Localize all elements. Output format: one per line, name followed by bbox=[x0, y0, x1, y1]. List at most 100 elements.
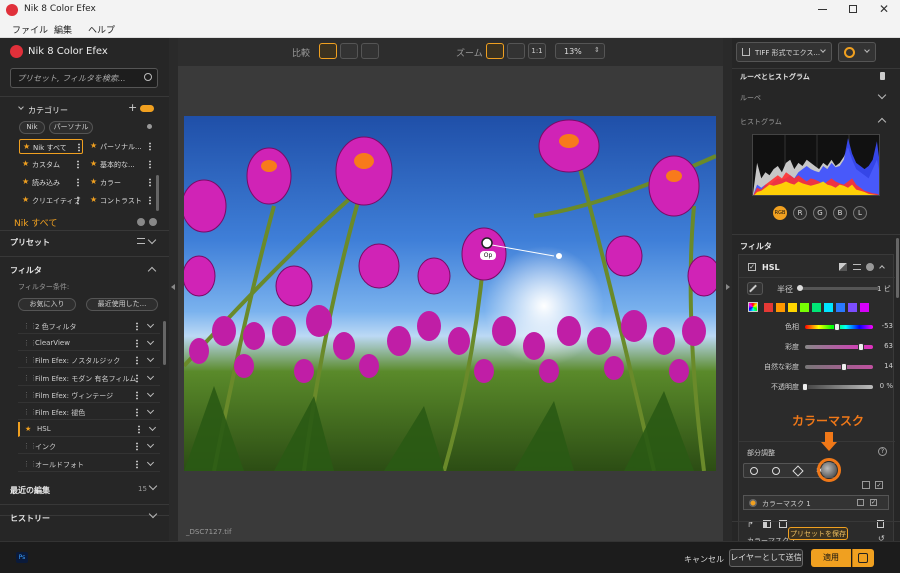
filter-list-item[interactable]: ⋮⋮ Film Efex: 褪色 bbox=[18, 405, 160, 420]
filter-list-item[interactable]: ★ HSL bbox=[18, 422, 160, 438]
apply-button[interactable]: 適用 bbox=[811, 549, 851, 567]
channel-button-r[interactable]: R bbox=[793, 206, 807, 220]
star-icon[interactable]: ★ bbox=[90, 177, 97, 186]
color-swatch[interactable] bbox=[776, 303, 785, 312]
collapse-right-icon[interactable] bbox=[726, 284, 730, 290]
category-item-menu-icon[interactable] bbox=[149, 196, 151, 205]
menu-file[interactable]: ファイル bbox=[12, 23, 48, 36]
filter-list-chevron-icon[interactable] bbox=[146, 406, 155, 415]
luminar-button[interactable] bbox=[838, 42, 876, 62]
channel-button-g[interactable]: G bbox=[813, 206, 827, 220]
photo-preview[interactable]: Op bbox=[184, 116, 716, 471]
filter-list-item[interactable]: ⋮⋮ 2 色フィルタ bbox=[18, 319, 160, 334]
category-item-menu-icon[interactable] bbox=[149, 142, 151, 151]
selected-category-add-icon[interactable] bbox=[137, 218, 145, 226]
filter-list-menu-icon[interactable] bbox=[136, 356, 138, 366]
filter-list-item[interactable]: ⋮⋮ Film Efex: モダン 有名フィルム bbox=[18, 371, 160, 386]
star-icon[interactable]: ★ bbox=[90, 159, 97, 168]
categories-chevron-icon[interactable] bbox=[18, 104, 24, 110]
channel-button-b[interactable]: B bbox=[833, 206, 847, 220]
color-swatch[interactable] bbox=[800, 303, 809, 312]
star-icon[interactable]: ★ bbox=[90, 195, 97, 204]
menu-edit[interactable]: 編集 bbox=[54, 23, 72, 36]
filter-list-item[interactable]: ⋮⋮ インク bbox=[18, 439, 160, 455]
filter-list-menu-icon[interactable] bbox=[136, 459, 138, 469]
search-icon[interactable] bbox=[144, 73, 152, 81]
channel-button-l[interactable]: L bbox=[853, 206, 867, 220]
category-item-menu-icon[interactable] bbox=[149, 178, 151, 187]
star-icon[interactable]: ★ bbox=[90, 141, 97, 150]
favorites-pill[interactable]: お気に入り bbox=[18, 298, 76, 311]
recent-used-pill[interactable]: 最近使用した... bbox=[86, 298, 158, 311]
mask-check-icon[interactable]: ✓ bbox=[875, 481, 883, 489]
filter-menu-icon[interactable] bbox=[853, 264, 861, 270]
category-toggle[interactable] bbox=[140, 105, 154, 112]
color-swatch[interactable] bbox=[836, 303, 845, 312]
star-icon[interactable]: ★ bbox=[22, 177, 29, 186]
slider-thumb[interactable] bbox=[840, 363, 847, 371]
search-input[interactable]: プリセット, フィルタを検索... bbox=[17, 73, 126, 84]
chip-nik[interactable]: Nik bbox=[19, 121, 45, 134]
slider-track[interactable] bbox=[805, 385, 873, 389]
filter-list-item[interactable]: ⋮⋮ Film Efex: ヴィンテージ bbox=[18, 388, 160, 403]
color-swatch[interactable] bbox=[860, 303, 869, 312]
right-gutter[interactable] bbox=[723, 38, 732, 541]
mask-item-row[interactable]: カラーマスク 1 ✓ bbox=[743, 495, 889, 510]
loupe-label[interactable]: ルーペ bbox=[740, 93, 761, 103]
grid-scrollbar[interactable] bbox=[156, 175, 159, 211]
filter-collapse-icon[interactable] bbox=[879, 265, 885, 271]
right-scrollbar[interactable] bbox=[896, 238, 899, 298]
filter-list-chevron-icon[interactable] bbox=[146, 389, 155, 397]
category-item-menu-icon[interactable] bbox=[77, 196, 79, 205]
add-category-icon[interactable]: + bbox=[128, 101, 137, 114]
filter-list-chevron-icon[interactable] bbox=[146, 320, 155, 329]
category-item[interactable]: ★ 読み込み bbox=[19, 175, 83, 190]
category-item[interactable]: ★ 基本的な... bbox=[87, 157, 155, 172]
radius-slider[interactable] bbox=[797, 287, 879, 290]
zoom-stepper-icon[interactable]: ⇕ bbox=[594, 46, 600, 54]
filter-list-scrollbar[interactable] bbox=[163, 321, 166, 365]
compare-stack-button[interactable] bbox=[361, 43, 379, 59]
mask-view-icon[interactable] bbox=[862, 481, 870, 489]
help-icon[interactable]: ? bbox=[878, 447, 887, 456]
filter-list-menu-icon[interactable] bbox=[138, 425, 140, 435]
menu-help[interactable]: ヘルプ bbox=[88, 23, 115, 36]
filter-list-item[interactable]: ⋮⋮ オールドフォト bbox=[18, 457, 160, 472]
control-point-tool-icon[interactable] bbox=[750, 467, 758, 475]
color-swatch[interactable] bbox=[788, 303, 797, 312]
filter-list-chevron-icon[interactable] bbox=[146, 372, 155, 380]
compare-split-button[interactable] bbox=[319, 43, 337, 59]
category-item-menu-icon[interactable] bbox=[77, 178, 79, 187]
chip-more-icon[interactable] bbox=[147, 124, 152, 129]
filter-list-menu-icon[interactable] bbox=[136, 339, 138, 349]
pin-icon[interactable] bbox=[880, 72, 885, 80]
color-swatch[interactable] bbox=[824, 303, 833, 312]
zoom-1to1-button[interactable]: 1:1 bbox=[528, 43, 546, 59]
filter-remove-icon[interactable] bbox=[866, 263, 874, 271]
collapse-left-icon[interactable] bbox=[171, 284, 175, 290]
category-item-menu-icon[interactable] bbox=[78, 143, 80, 152]
save-preset-button[interactable]: プリセットを保存 bbox=[788, 527, 848, 540]
zoom-fill-button[interactable] bbox=[507, 43, 525, 59]
search-box[interactable]: プリセット, フィルタを検索... bbox=[10, 68, 158, 88]
category-item-menu-icon[interactable] bbox=[77, 160, 79, 169]
recent-edits-header[interactable]: 最近の編集 bbox=[10, 485, 50, 496]
filters-chevron-icon[interactable] bbox=[147, 266, 157, 276]
slider-track[interactable] bbox=[805, 365, 873, 369]
left-gutter[interactable] bbox=[169, 38, 178, 541]
loupe-chevron-icon[interactable] bbox=[877, 90, 887, 100]
filter-enable-checkbox[interactable]: ✓ bbox=[748, 263, 756, 271]
channel-button-rgb[interactable]: RGB bbox=[773, 206, 787, 220]
mask-item-check-icon[interactable]: ✓ bbox=[870, 499, 877, 506]
category-item[interactable]: ★ カラー bbox=[87, 175, 155, 190]
color-swatch[interactable] bbox=[812, 303, 821, 312]
history-header[interactable]: ヒストリー bbox=[10, 513, 50, 524]
history-chevron-icon[interactable] bbox=[148, 509, 158, 519]
slider-thumb[interactable] bbox=[802, 383, 808, 391]
zoom-select[interactable]: 13% ⇕ bbox=[555, 43, 605, 59]
brush-tool-icon[interactable] bbox=[792, 465, 804, 477]
star-icon[interactable]: ★ bbox=[22, 159, 29, 168]
filter-list-menu-icon[interactable] bbox=[136, 373, 138, 383]
filter-list-chevron-icon[interactable] bbox=[148, 424, 157, 432]
filter-list-chevron-icon[interactable] bbox=[146, 441, 155, 449]
